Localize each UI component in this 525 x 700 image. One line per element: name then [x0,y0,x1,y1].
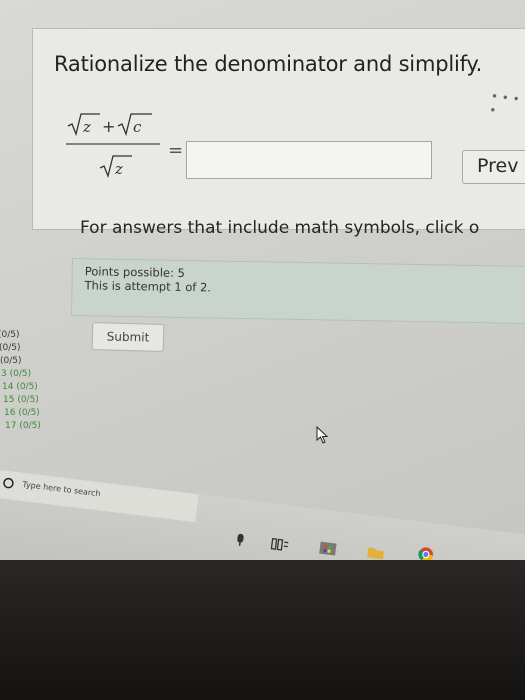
equals-sign: = [168,140,184,161]
svg-text:+: + [102,117,115,136]
score-item[interactable]: 16 (0/5) [4,408,64,418]
microphone-icon[interactable] [230,531,250,549]
fraction-expression: z + c z [66,113,160,179]
question-prompt: Rationalize the denominator and simplify… [54,52,483,76]
math-fraction: z + c z [66,112,166,192]
score-item[interactable]: (0/5) [0,330,64,340]
points-info-box: Points possible: 5 This is attempt 1 of … [70,258,525,325]
score-item[interactable]: 3 (0/5) [1,369,64,379]
svg-text:z: z [114,160,123,178]
question-score-list: (0/5) (0/5) (0/5) 3 (0/5) 14 (0/5) 15 (0… [0,330,64,434]
score-item[interactable]: 15 (0/5) [3,395,64,405]
svg-text:z: z [82,118,91,136]
more-dots-icon: • • • • [488,88,521,118]
store-app-icon[interactable] [318,540,338,558]
task-view-icon[interactable] [270,536,290,554]
taskbar-search-box[interactable]: Type here to search [0,470,199,523]
score-item[interactable]: 14 (0/5) [2,382,64,392]
monitor-bezel [0,560,525,700]
svg-text:c: c [133,118,142,136]
preview-button[interactable]: Prev [462,150,525,184]
search-placeholder: Type here to search [21,479,102,499]
math-symbols-hint: For answers that include math symbols, c… [80,218,480,238]
score-item[interactable]: (0/5) [0,343,64,353]
submit-button[interactable]: Submit [91,322,165,352]
answer-input[interactable] [186,141,432,179]
file-explorer-icon[interactable] [366,543,386,561]
score-item[interactable]: (0/5) [0,356,64,366]
mouse-cursor-icon [316,426,329,444]
monitor-screen: Rationalize the denominator and simplify… [0,0,525,610]
search-circle-icon [3,477,14,489]
score-item[interactable]: 17 (0/5) [5,421,64,431]
